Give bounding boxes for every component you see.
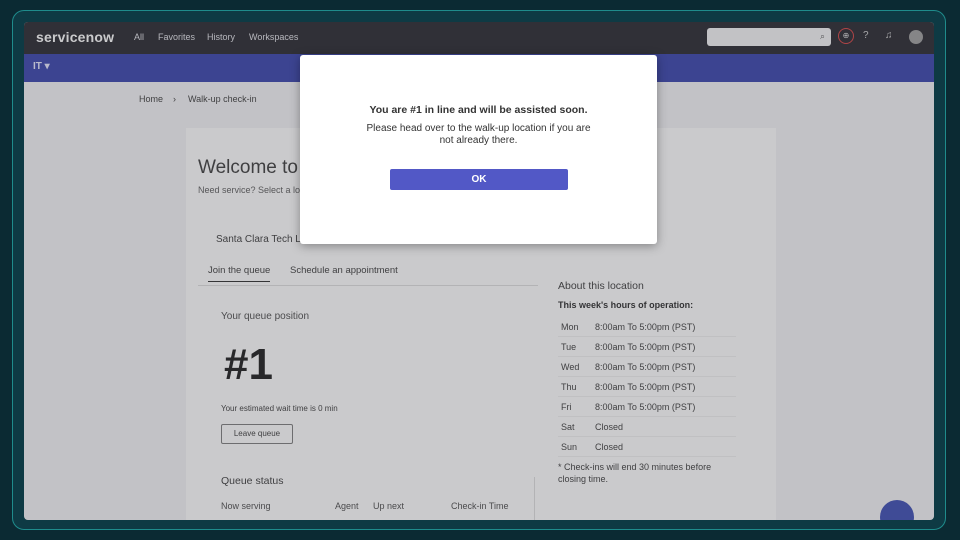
ok-button[interactable]: OK (390, 169, 568, 190)
confirmation-dialog: You are #1 in line and will be assisted … (300, 55, 657, 244)
dialog-message: You are #1 in line and will be assisted … (369, 104, 588, 116)
app-window: servicenow All Favorites History Workspa… (24, 22, 934, 520)
dialog-instruction: Please head over to the walk-up location… (366, 123, 591, 146)
